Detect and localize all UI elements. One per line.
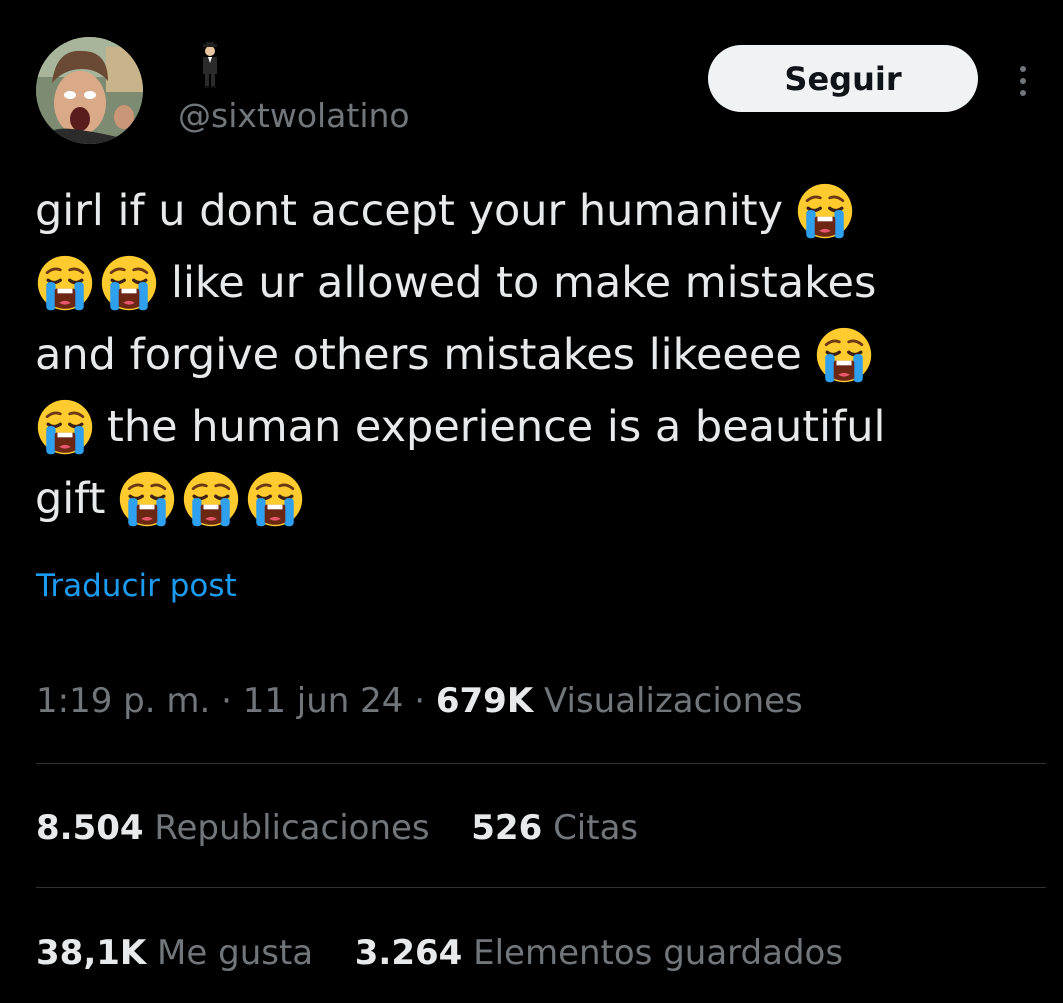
loudly-crying-face-icon [35, 397, 95, 457]
likes-label: Me gusta [157, 933, 314, 973]
avatar[interactable] [36, 37, 143, 144]
reposts-label: Republicaciones [154, 808, 430, 848]
quotes-count: 526 [471, 808, 543, 848]
separator: · [221, 681, 232, 721]
bookmarks-count: 3.264 [354, 933, 463, 973]
loudly-crying-face-icon [99, 253, 159, 313]
more-options-icon[interactable] [1008, 56, 1038, 106]
divider [36, 763, 1046, 764]
tweet-line-text: the human experience is a beautiful [107, 402, 886, 452]
loudly-crying-face-icon [117, 469, 177, 529]
translate-post-link[interactable]: Traducir post [36, 564, 237, 608]
bookmarks-stat[interactable]: 3.264 Elementos guardados [355, 933, 843, 973]
display-name-emoji[interactable] [190, 42, 230, 90]
likes-count: 38,1K [36, 933, 147, 973]
quotes-stat[interactable]: 526 Citas [471, 808, 638, 848]
separator: · [414, 681, 426, 721]
post-metadata: 1:19 p. m. · 11 jun 24 · 679K Visualizac… [36, 677, 803, 725]
dot [1020, 90, 1026, 96]
tweet-line: the human experience is a beautiful [35, 391, 1045, 463]
tweet-line-text: girl if u dont accept your humanity [35, 186, 784, 236]
likes-stat[interactable]: 38,1K Me gusta [36, 933, 324, 973]
divider [36, 887, 1046, 888]
tweet-line: girl if u dont accept your humanity [35, 175, 1045, 247]
tweet-line: and forgive others mistakes likeeee [35, 319, 1045, 391]
post-time[interactable]: 1:19 p. m. [36, 681, 210, 721]
loudly-crying-face-icon [795, 181, 855, 241]
tweet-line-text: and forgive others mistakes likeeee [35, 330, 802, 380]
views-count: 679K [435, 681, 534, 721]
loudly-crying-face-icon [35, 253, 95, 313]
tweet-line: like ur allowed to make mistakes [35, 247, 1045, 319]
follow-button[interactable]: Seguir [708, 45, 978, 112]
tweet-line-text: gift [35, 474, 106, 524]
bookmarks-label: Elementos guardados [473, 933, 844, 973]
user-handle[interactable]: @sixtwolatino [178, 96, 410, 136]
loudly-crying-face-icon [814, 325, 874, 385]
tweet-line: gift [35, 463, 1045, 535]
dot [1020, 78, 1026, 84]
reposts-count: 8.504 [36, 808, 144, 848]
tweet-line-text: like ur allowed to make mistakes [171, 258, 877, 308]
avatar-photo-icon [36, 37, 143, 144]
stats-row-likes: 38,1K Me gusta 3.264 Elementos guardados [36, 929, 843, 977]
loudly-crying-face-icon [181, 469, 241, 529]
reposts-stat[interactable]: 8.504 Republicaciones [36, 808, 440, 848]
tweet-text: girl if u dont accept your humanity like… [35, 175, 1045, 535]
dot [1020, 66, 1026, 72]
levitating-man-icon [203, 42, 217, 88]
views-label: Visualizaciones [544, 681, 803, 721]
quotes-label: Citas [553, 808, 639, 848]
post-date[interactable]: 11 jun 24 [243, 681, 404, 721]
stats-row-reposts: 8.504 Republicaciones 526 Citas [36, 804, 638, 852]
loudly-crying-face-icon [245, 469, 305, 529]
